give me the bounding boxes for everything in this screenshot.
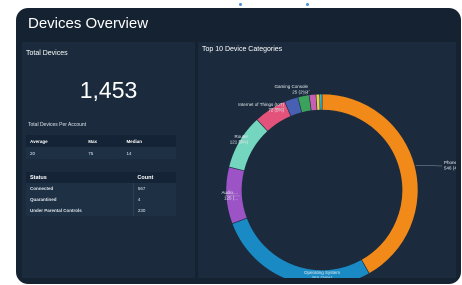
column-header-count: Count [137,175,154,181]
slice-value-label: 359 (28%) [312,276,333,279]
status-cell: Quarantined [30,197,57,202]
column-header-median: Median [126,138,142,144]
dashboard-title: Devices Overview [28,15,149,32]
median-value: 14 [126,150,132,156]
categories-panel: Top 10 Device Categories Phone, ...546 (… [198,42,456,278]
column-header-status: Status [30,175,47,181]
slice-label: Gaming Console [274,84,308,89]
count-cell: 230 [132,205,176,216]
slice-value-label: 72 (5%) [268,108,284,113]
donut-chart: Phone, ...546 (4... Operating System359 (… [221,84,456,279]
slice-label: Router [234,134,248,139]
donut-slice[interactable] [319,93,323,111]
donut-slice[interactable] [231,217,370,278]
status-table: Status Count Connected 567 Quarantined 4… [26,172,176,216]
count-cell: 4 [132,194,176,205]
donut-slice[interactable] [321,93,419,274]
slice-label: Operating System [304,270,340,275]
slice-label: Internet of Things (IoT) [238,102,284,107]
total-devices-value: 1,453 [79,77,138,103]
slice-label: Audio,... [221,190,238,195]
count-cell: 567 [132,183,176,194]
per-account-label: Total Devices Per Account [28,122,87,128]
decor-dot [306,3,309,6]
table-header-row: Average Max Median [26,135,176,147]
slice-value-label: 25 (2%) [292,90,308,95]
label-leader-line [415,165,443,167]
status-cell: Under Parental Controls [30,208,82,213]
column-header-average: Average [30,138,48,144]
table-row: Connected 567 [26,183,176,194]
slice-value-label: 121 (9%) [230,140,249,145]
decor-dot [239,3,242,6]
table-row: 20 75 14 [26,147,176,159]
donut-slice[interactable] [228,119,269,172]
devices-dashboard: Devices Overview Total Devices 1,453 Tot… [16,8,461,284]
column-header-max: Max [88,138,98,144]
average-value: 20 [30,150,36,156]
table-row: Under Parental Controls 230 [26,205,176,216]
total-devices-label: Total Devices [26,50,68,57]
per-account-table: Average Max Median 20 75 14 [26,135,176,159]
summary-panel: Total Devices 1,453 Total Devices Per Ac… [22,42,195,278]
slice-label: Phone, ... [444,160,456,165]
status-cell: Connected [30,186,54,191]
table-header-row: Status Count [26,172,176,183]
slice-value-label: 546 (4... [444,166,456,171]
max-value: 75 [88,150,94,156]
table-row: Quarantined 4 [26,194,176,205]
slice-value-label: 125 (... [224,196,238,201]
